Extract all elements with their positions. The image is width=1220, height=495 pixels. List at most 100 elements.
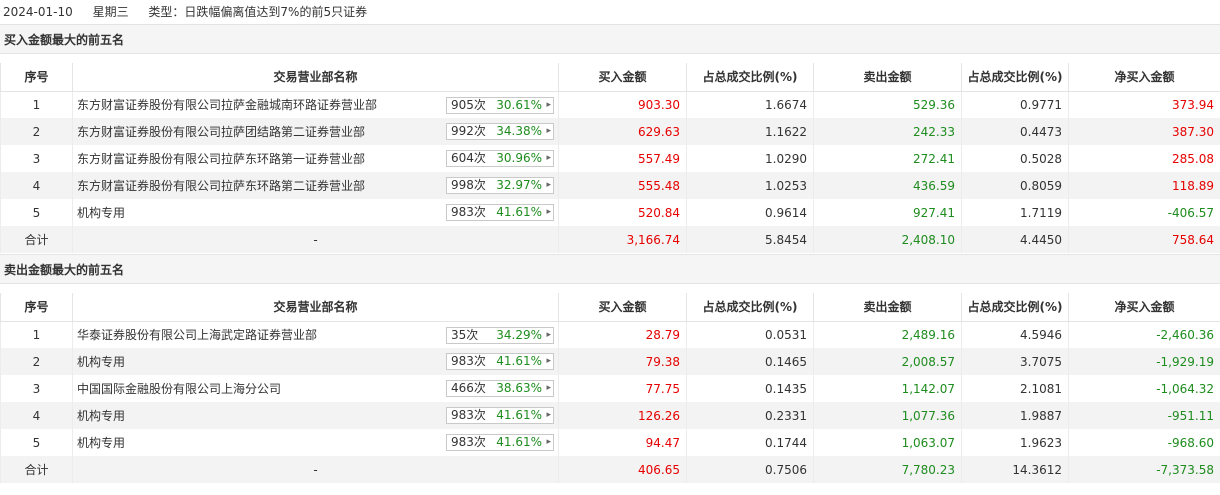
trade-count-box[interactable]: 604次 30.96% ▸: [446, 150, 554, 167]
buy-ratio: 1.0290: [686, 145, 814, 172]
col-header-buy: 买入金额: [558, 293, 687, 322]
broker-name[interactable]: 华泰证券股份有限公司上海武定路证券营业部: [77, 326, 317, 343]
table-row: 1 华泰证券股份有限公司上海武定路证券营业部 35次 34.29% ▸ 28.79 0.05…: [0, 321, 1220, 348]
net-amount: -951.11: [1068, 402, 1220, 429]
sell-amount: 1,077.36: [813, 402, 962, 429]
table-row: 2 东方财富证券股份有限公司拉萨团结路第二证券营业部 992次 34.38% ▸ 629.…: [0, 118, 1220, 145]
broker-name[interactable]: 机构专用: [77, 353, 125, 370]
trade-count: 998次: [451, 178, 486, 192]
broker-name-cell: 东方财富证券股份有限公司拉萨东环路第一证券营业部 604次 30.96% ▸: [72, 145, 559, 172]
trade-count-box[interactable]: 466次 38.63% ▸: [446, 380, 554, 397]
broker-name[interactable]: 东方财富证券股份有限公司拉萨东环路第一证券营业部: [77, 150, 365, 167]
trade-count-box[interactable]: 983次 41.61% ▸: [446, 353, 554, 370]
row-index: 2: [0, 118, 73, 145]
chevron-right-icon: ▸: [546, 207, 551, 217]
buy-amount: 520.84: [558, 199, 687, 226]
trade-count-box[interactable]: 983次 41.61% ▸: [446, 204, 554, 221]
chevron-right-icon: ▸: [546, 99, 551, 110]
trade-count-box[interactable]: 998次 32.97% ▸: [446, 177, 554, 194]
row-index: 3: [0, 145, 73, 172]
total-sell-amount: 7,780.23: [813, 456, 962, 483]
trade-count-box[interactable]: 905次 30.61% ▸: [446, 96, 554, 114]
net-amount: -1,929.19: [1068, 348, 1220, 375]
col-header-broker: 交易营业部名称: [72, 63, 559, 92]
total-buy-ratio: 0.7506: [686, 456, 814, 483]
buy-amount: 555.48: [558, 172, 687, 199]
trade-count: 983次: [451, 408, 486, 422]
total-buy-amount: 406.65: [558, 456, 687, 483]
win-rate: 32.97%: [496, 178, 542, 192]
table-header-row: 序号 交易营业部名称 买入金额 占总成交比例(%) 卖出金额 占总成交比例(%) 净买入金额: [0, 63, 1220, 92]
list-type: 类型：日跌幅偏离值达到7%的前5只证券: [148, 5, 368, 19]
trade-count: 983次: [451, 354, 486, 368]
trade-count-box[interactable]: 983次 41.61% ▸: [446, 407, 554, 424]
buy-amount: 77.75: [558, 375, 687, 402]
sell-section-title: 卖出金额最大的前五名: [0, 254, 1220, 284]
broker-name[interactable]: 机构专用: [77, 407, 125, 424]
buy-amount: 126.26: [558, 402, 687, 429]
total-buy-amount: 3,166.74: [558, 226, 687, 253]
trade-count-box[interactable]: 35次 34.29% ▸: [446, 326, 554, 344]
trade-count: 983次: [451, 435, 486, 449]
net-amount: 373.94: [1068, 91, 1220, 118]
table-row: 5 机构专用 983次 41.61% ▸ 520.84 0.9614 927.41 1.7119…: [0, 199, 1220, 226]
broker-name-cell: 机构专用 983次 41.61% ▸: [72, 402, 559, 429]
win-rate: 30.96%: [496, 151, 542, 165]
buy-ratio: 1.0253: [686, 172, 814, 199]
trade-count-box[interactable]: 992次 34.38% ▸: [446, 123, 554, 140]
broker-name-cell: 中国国际金融股份有限公司上海分公司 466次 38.63% ▸: [72, 375, 559, 402]
sell-ratio: 2.1081: [961, 375, 1069, 402]
col-header-buy-ratio: 占总成交比例(%): [686, 293, 814, 322]
broker-name[interactable]: 东方财富证券股份有限公司拉萨东环路第二证券营业部: [77, 177, 365, 194]
sell-table: 序号 交易营业部名称 买入金额 占总成交比例(%) 卖出金额 占总成交比例(%) 净买入金额…: [0, 293, 1220, 483]
broker-name[interactable]: 东方财富证券股份有限公司拉萨团结路第二证券营业部: [77, 123, 365, 140]
sell-amount: 272.41: [813, 145, 962, 172]
win-rate: 41.61%: [496, 408, 542, 422]
total-label: 合计: [0, 456, 73, 483]
buy-amount: 903.30: [558, 91, 687, 118]
col-header-net: 净买入金额: [1068, 293, 1220, 322]
buy-section-title: 买入金额最大的前五名: [0, 24, 1220, 54]
sell-amount: 529.36: [813, 91, 962, 118]
net-amount: -2,460.36: [1068, 321, 1220, 348]
broker-name[interactable]: 机构专用: [77, 204, 125, 221]
win-rate: 41.61%: [496, 205, 542, 219]
sell-ratio: 1.9623: [961, 429, 1069, 456]
total-net-amount: -7,373.58: [1068, 456, 1220, 483]
chevron-right-icon: ▸: [546, 180, 551, 190]
sell-amount: 927.41: [813, 199, 962, 226]
trade-date: 2024-01-10: [3, 5, 73, 19]
table-row: 4 东方财富证券股份有限公司拉萨东环路第二证券营业部 998次 32.97% ▸ 555.…: [0, 172, 1220, 199]
col-header-index: 序号: [0, 293, 73, 322]
total-sell-ratio: 4.4450: [961, 226, 1069, 253]
win-rate: 41.61%: [496, 354, 542, 368]
total-name: -: [72, 456, 559, 483]
trade-count: 992次: [451, 124, 486, 138]
total-row: 合计 -3,166.74 5.8454 2,408.10 4.4450 758.64: [0, 226, 1220, 253]
buy-ratio: 1.1622: [686, 118, 814, 145]
chevron-right-icon: ▸: [546, 383, 551, 393]
net-amount: 118.89: [1068, 172, 1220, 199]
net-amount: 285.08: [1068, 145, 1220, 172]
col-header-sell-ratio: 占总成交比例(%): [961, 63, 1069, 92]
table-row: 3 东方财富证券股份有限公司拉萨东环路第一证券营业部 604次 30.96% ▸ 557.…: [0, 145, 1220, 172]
broker-name[interactable]: 中国国际金融股份有限公司上海分公司: [77, 380, 281, 397]
total-sell-ratio: 14.3612: [961, 456, 1069, 483]
net-amount: 387.30: [1068, 118, 1220, 145]
broker-name[interactable]: 机构专用: [77, 434, 125, 451]
buy-ratio: 0.9614: [686, 199, 814, 226]
net-amount: -406.57: [1068, 199, 1220, 226]
broker-name[interactable]: 东方财富证券股份有限公司拉萨金融城南环路证券营业部: [77, 96, 377, 113]
sell-ratio: 1.9887: [961, 402, 1069, 429]
row-index: 3: [0, 375, 73, 402]
buy-amount: 79.38: [558, 348, 687, 375]
table-row: 2 机构专用 983次 41.61% ▸ 79.38 0.1465 2,008.57 3.707…: [0, 348, 1220, 375]
row-index: 5: [0, 429, 73, 456]
buy-table: 序号 交易营业部名称 买入金额 占总成交比例(%) 卖出金额 占总成交比例(%) 净买入金额…: [0, 63, 1220, 253]
col-header-index: 序号: [0, 63, 73, 92]
trade-count-box[interactable]: 983次 41.61% ▸: [446, 434, 554, 451]
trade-count: 905次: [451, 97, 486, 112]
sell-amount: 2,489.16: [813, 321, 962, 348]
chevron-right-icon: ▸: [546, 126, 551, 136]
broker-name-cell: 东方财富证券股份有限公司拉萨金融城南环路证券营业部 905次 30.61% ▸: [72, 91, 559, 118]
